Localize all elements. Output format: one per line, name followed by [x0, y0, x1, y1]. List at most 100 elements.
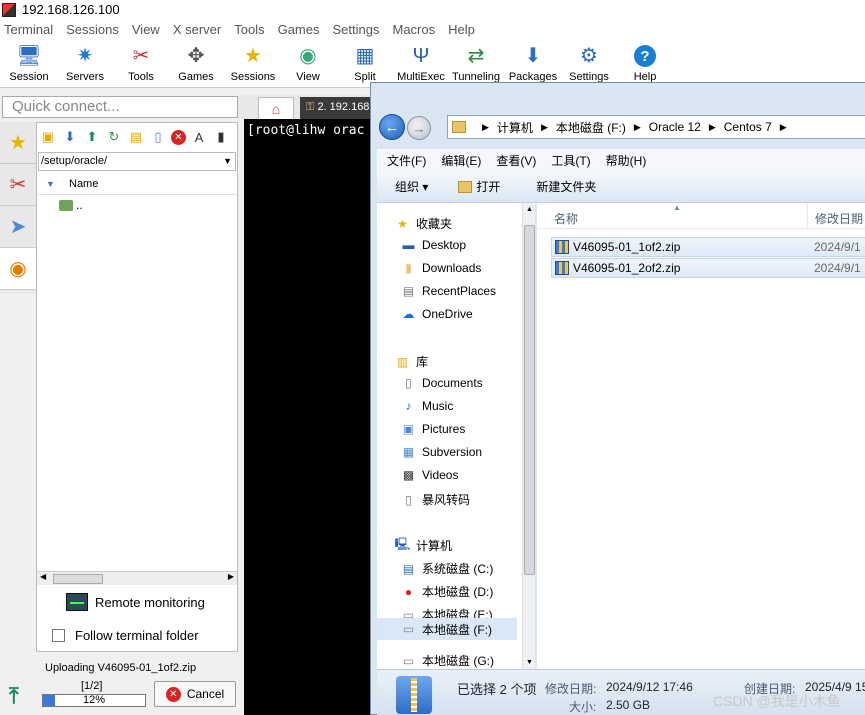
- help-icon: ?: [632, 43, 658, 69]
- nav-scroll-thumb[interactable]: [524, 225, 535, 575]
- split-button[interactable]: ▦ Split: [337, 42, 393, 86]
- breadcrumb-centos-7[interactable]: Centos 7: [724, 120, 772, 134]
- packages-button[interactable]: ⬇ Packages: [505, 42, 561, 86]
- help-button[interactable]: ? Help: [617, 42, 673, 86]
- parent-folder-icon[interactable]: ▣: [39, 128, 57, 146]
- file-list-pane: ▲ 名称 修改日期 V46095-01_1of2.zip 2024/9/1 V4…: [537, 203, 865, 669]
- breadcrumb-drive-f[interactable]: 本地磁盘 (F:): [556, 119, 626, 136]
- sftp-parent-row[interactable]: ..: [59, 198, 83, 212]
- explorer-menu-tools[interactable]: 工具(T): [551, 152, 590, 169]
- rename-icon[interactable]: A: [190, 128, 208, 146]
- nav-videos[interactable]: ▩ Videos: [401, 468, 459, 482]
- nav-documents[interactable]: ▯ Documents: [401, 376, 483, 390]
- nav-recent-places[interactable]: ▤ RecentPlaces: [401, 284, 496, 298]
- terminal-prompt: [root@lihw orac: [247, 123, 365, 138]
- monitor-icon: 🖥: [16, 45, 42, 67]
- breadcrumb-separator-icon: ▶: [779, 121, 787, 132]
- nav-pictures[interactable]: ▣ Pictures: [401, 422, 466, 436]
- menu-view[interactable]: View: [132, 22, 160, 37]
- nav-vertical-scrollbar[interactable]: ▲ ▼: [522, 203, 535, 669]
- nav-storm-transcode[interactable]: ▯ 暴风转码: [401, 491, 470, 508]
- tools-button[interactable]: ✂ Tools: [113, 42, 169, 86]
- scroll-down-icon[interactable]: ▼: [526, 659, 533, 666]
- menu-help[interactable]: Help: [448, 22, 475, 37]
- home-tab[interactable]: ⌂: [258, 97, 294, 119]
- session-button[interactable]: 🖥 Session: [1, 42, 57, 86]
- tab-tools[interactable]: ✂: [0, 164, 36, 206]
- tools-icon: ✂: [132, 45, 150, 67]
- refresh-icon[interactable]: ↻: [105, 128, 123, 146]
- new-folder-button[interactable]: 新建文件夹: [536, 178, 596, 195]
- tab-macros[interactable]: ➤: [0, 206, 36, 248]
- sessions-button[interactable]: ★ Sessions: [225, 42, 281, 86]
- upload-icon[interactable]: ⬆: [83, 128, 101, 146]
- organize-button[interactable]: 组织 ▾: [395, 178, 428, 195]
- column-divider[interactable]: [807, 203, 808, 229]
- file-row[interactable]: V46095-01_1of2.zip 2024/9/1: [551, 237, 865, 257]
- nav-favorites[interactable]: ★ 收藏夹: [395, 215, 452, 232]
- menu-terminal[interactable]: Terminal: [4, 22, 53, 37]
- delete-icon[interactable]: ✕: [171, 129, 186, 145]
- menu-sessions[interactable]: Sessions: [66, 22, 119, 37]
- explorer-menu-view[interactable]: 查看(V): [496, 152, 536, 169]
- terminal-output[interactable]: [root@lihw orac: [244, 119, 372, 715]
- tab-sftp[interactable]: ◉: [0, 248, 36, 290]
- explorer-menu-file[interactable]: 文件(F): [387, 152, 426, 169]
- menu-x-server[interactable]: X server: [173, 22, 221, 37]
- address-bar[interactable]: ▶ 计算机 ▶ 本地磁盘 (F:) ▶ Oracle 12 ▶ Centos 7…: [447, 115, 865, 139]
- nav-downloads[interactable]: ▮ Downloads: [401, 261, 481, 275]
- explorer-window: ← → ▶ 计算机 ▶ 本地磁盘 (F:) ▶ Oracle 12 ▶ Cent…: [370, 82, 865, 715]
- settings-button[interactable]: ⚙ Settings: [561, 42, 617, 86]
- nav-subversion[interactable]: ▦ Subversion: [401, 445, 482, 459]
- storm-folder-icon: ▯: [405, 492, 412, 507]
- explorer-menu-help[interactable]: 帮助(H): [606, 152, 647, 169]
- nav-drive-c[interactable]: ▤ 系统磁盘 (C:): [401, 560, 494, 577]
- nav-drive-f[interactable]: ▭ 本地磁盘 (F:): [377, 618, 517, 640]
- quick-connect-input[interactable]: Quick connect...: [2, 96, 238, 118]
- servers-button[interactable]: ✷ Servers: [57, 42, 113, 86]
- nav-music[interactable]: ♪ Music: [401, 399, 454, 413]
- multiexec-button[interactable]: Ψ MultiExec: [393, 42, 449, 86]
- sftp-column-header[interactable]: ▼ Name: [38, 173, 236, 195]
- breadcrumb-oracle-12[interactable]: Oracle 12: [649, 120, 701, 134]
- scroll-up-icon[interactable]: ▲: [526, 206, 533, 213]
- menu-settings[interactable]: Settings: [333, 22, 380, 37]
- column-modified-date[interactable]: 修改日期: [815, 210, 863, 227]
- nav-onedrive[interactable]: ☁ OneDrive: [401, 307, 473, 321]
- nav-drive-d[interactable]: ● 本地磁盘 (D:): [401, 583, 493, 600]
- open-button[interactable]: 打开: [458, 178, 500, 195]
- file-row[interactable]: V46095-01_2of2.zip 2024/9/1: [551, 258, 865, 278]
- tunneling-button[interactable]: ⇄ Tunneling: [448, 42, 504, 86]
- session-tab[interactable]: ⚿ 2. 192.168: [300, 97, 380, 119]
- follow-terminal-checkbox[interactable]: [52, 629, 65, 642]
- explorer-menu-edit[interactable]: 编辑(E): [441, 152, 481, 169]
- favorites-star-icon: ★: [397, 216, 408, 231]
- nav-computer[interactable]: 🖳 计算机: [395, 537, 453, 554]
- new-folder-icon[interactable]: ▤: [127, 128, 145, 146]
- menu-tools[interactable]: Tools: [234, 22, 264, 37]
- menu-macros[interactable]: Macros: [392, 22, 435, 37]
- games-button[interactable]: ✥ Games: [168, 42, 224, 86]
- forward-button[interactable]: →: [407, 116, 431, 140]
- back-button[interactable]: ←: [379, 114, 405, 140]
- cancel-upload-button[interactable]: ✕ Cancel: [154, 681, 236, 707]
- terminal-icon[interactable]: ▮: [212, 128, 230, 146]
- nav-drive-g[interactable]: ▭ 本地磁盘 (G:): [401, 652, 494, 669]
- view-button[interactable]: ◉ View: [280, 42, 336, 86]
- follow-terminal-folder-toggle[interactable]: Follow terminal folder: [52, 628, 199, 643]
- nav-library[interactable]: ▥ 库: [395, 353, 428, 370]
- breadcrumb-computer[interactable]: 计算机: [497, 119, 533, 136]
- nav-desktop[interactable]: ▬ Desktop: [401, 238, 467, 252]
- sftp-path-select[interactable]: /setup/oracle/ ▼: [38, 152, 236, 171]
- scroll-right-icon[interactable]: ▶: [228, 572, 234, 581]
- column-name[interactable]: 名称: [554, 210, 578, 227]
- sort-up-icon: ▲: [673, 203, 681, 212]
- menu-games[interactable]: Games: [278, 22, 320, 37]
- remote-monitoring-button[interactable]: Remote monitoring: [66, 593, 205, 611]
- new-file-icon[interactable]: ▯: [149, 128, 167, 146]
- sftp-horizontal-scrollbar[interactable]: ◀ ▶: [37, 571, 237, 585]
- tab-sessions[interactable]: ★: [0, 122, 36, 164]
- download-icon[interactable]: ⬇: [61, 128, 79, 146]
- scroll-left-icon[interactable]: ◀: [40, 572, 46, 581]
- scroll-thumb[interactable]: [53, 574, 103, 584]
